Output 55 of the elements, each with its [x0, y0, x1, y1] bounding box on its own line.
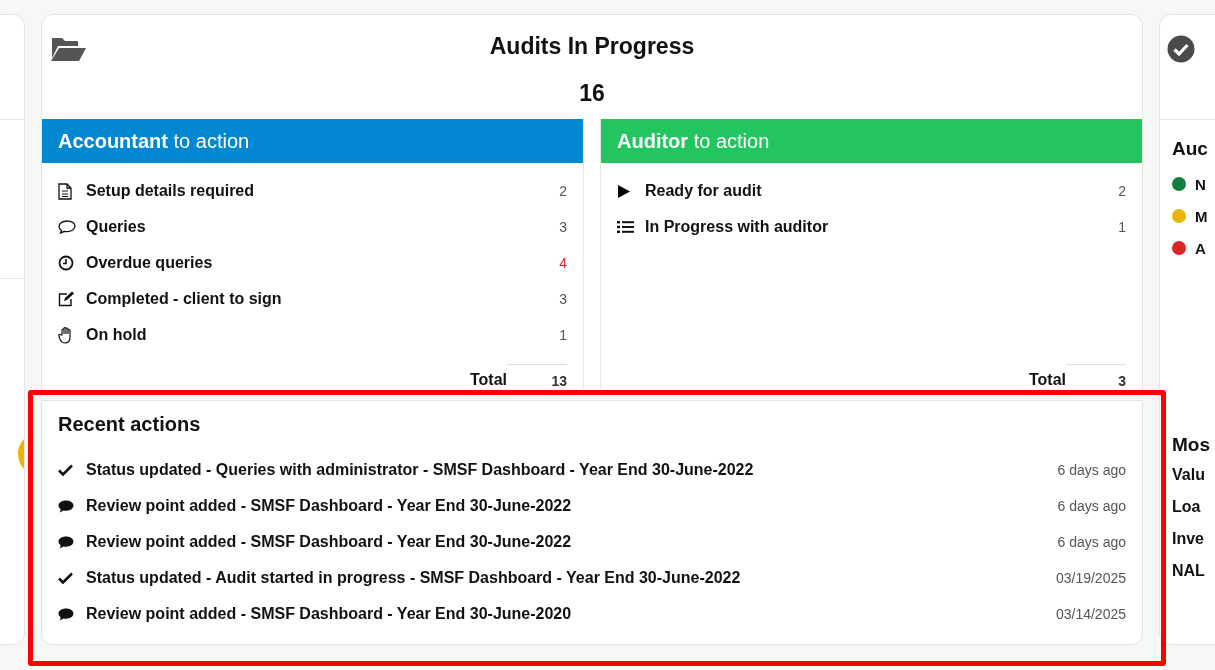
status-label: On hold — [86, 326, 148, 344]
speech-bubble-icon — [58, 535, 74, 549]
status-count: 3 — [559, 219, 567, 235]
section-title: Recent actions — [58, 413, 202, 436]
list-icon — [617, 220, 634, 234]
folder-icon — [50, 36, 86, 62]
status-count: 1 — [1118, 219, 1126, 235]
row-label: Inve — [1172, 530, 1205, 549]
total-count: 13 — [507, 364, 567, 389]
status-label: Setup details required — [86, 182, 256, 200]
section-title: Mos — [1172, 434, 1211, 456]
row-label: Valu — [1172, 466, 1206, 485]
action-description: Review point added - SMSF Dashboard - Year End 30-June-2020 — [86, 605, 573, 623]
status-label: Ready for audit — [645, 182, 763, 200]
action-time: 6 days ago — [1057, 498, 1126, 514]
action-time: 6 days ago — [1057, 534, 1126, 550]
status-count: 4 — [559, 255, 567, 271]
action-description: Review point added - SMSF Dashboard - Year End 30-June-2022 — [86, 497, 573, 515]
action-time: 03/19/2025 — [1055, 570, 1126, 586]
status-label: In Progress with auditor — [645, 218, 830, 236]
action-description: Review point added - SMSF Dashboard - Year End 30-June-2022 — [86, 533, 573, 551]
checkmark-icon — [58, 572, 73, 584]
card-title: Audits In Progress — [489, 33, 695, 60]
status-count: 2 — [1118, 183, 1126, 199]
status-count: 2 — [559, 183, 567, 199]
row-label: NAL — [1172, 562, 1206, 581]
row-label: Loa — [1172, 498, 1202, 517]
legend-label: N — [1195, 175, 1206, 193]
action-description: Status updated - Queries with administrator - SMSF Dashboard - Year End 30-June-2022 — [86, 461, 755, 479]
total-count: 3 — [1066, 364, 1126, 389]
action-time: 6 days ago — [1057, 462, 1126, 478]
status-count: 3 — [559, 291, 567, 307]
action-time: 03/14/2025 — [1055, 606, 1126, 622]
total-label: Total — [469, 371, 507, 389]
legend-label: A — [1195, 239, 1206, 257]
check-circle-icon — [1167, 35, 1195, 63]
audit-count: 16 — [579, 80, 605, 107]
document-icon — [58, 182, 72, 200]
status-label: Queries — [86, 218, 147, 236]
speech-bubble-icon — [58, 607, 74, 621]
play-icon — [617, 183, 631, 199]
status-label: Overdue queries — [86, 254, 214, 272]
clock-icon — [58, 255, 74, 271]
status-label: Completed - client to sign — [86, 290, 283, 308]
action-description: Status updated - Audit started in progress - SMSF Dashboard - Year End 30-June-2022 — [86, 569, 742, 587]
speech-bubble-icon — [58, 499, 74, 513]
status-count: 1 — [559, 327, 567, 343]
legend-label: M — [1195, 207, 1208, 225]
panel-header: Auditor to action — [601, 119, 1142, 163]
edit-icon — [58, 291, 75, 307]
speech-bubble-icon — [58, 220, 76, 234]
section-title: Auc — [1172, 138, 1209, 160]
checkmark-icon — [58, 464, 73, 476]
panel-header: Accountant to action — [42, 119, 583, 163]
total-label: Total — [1028, 371, 1066, 389]
